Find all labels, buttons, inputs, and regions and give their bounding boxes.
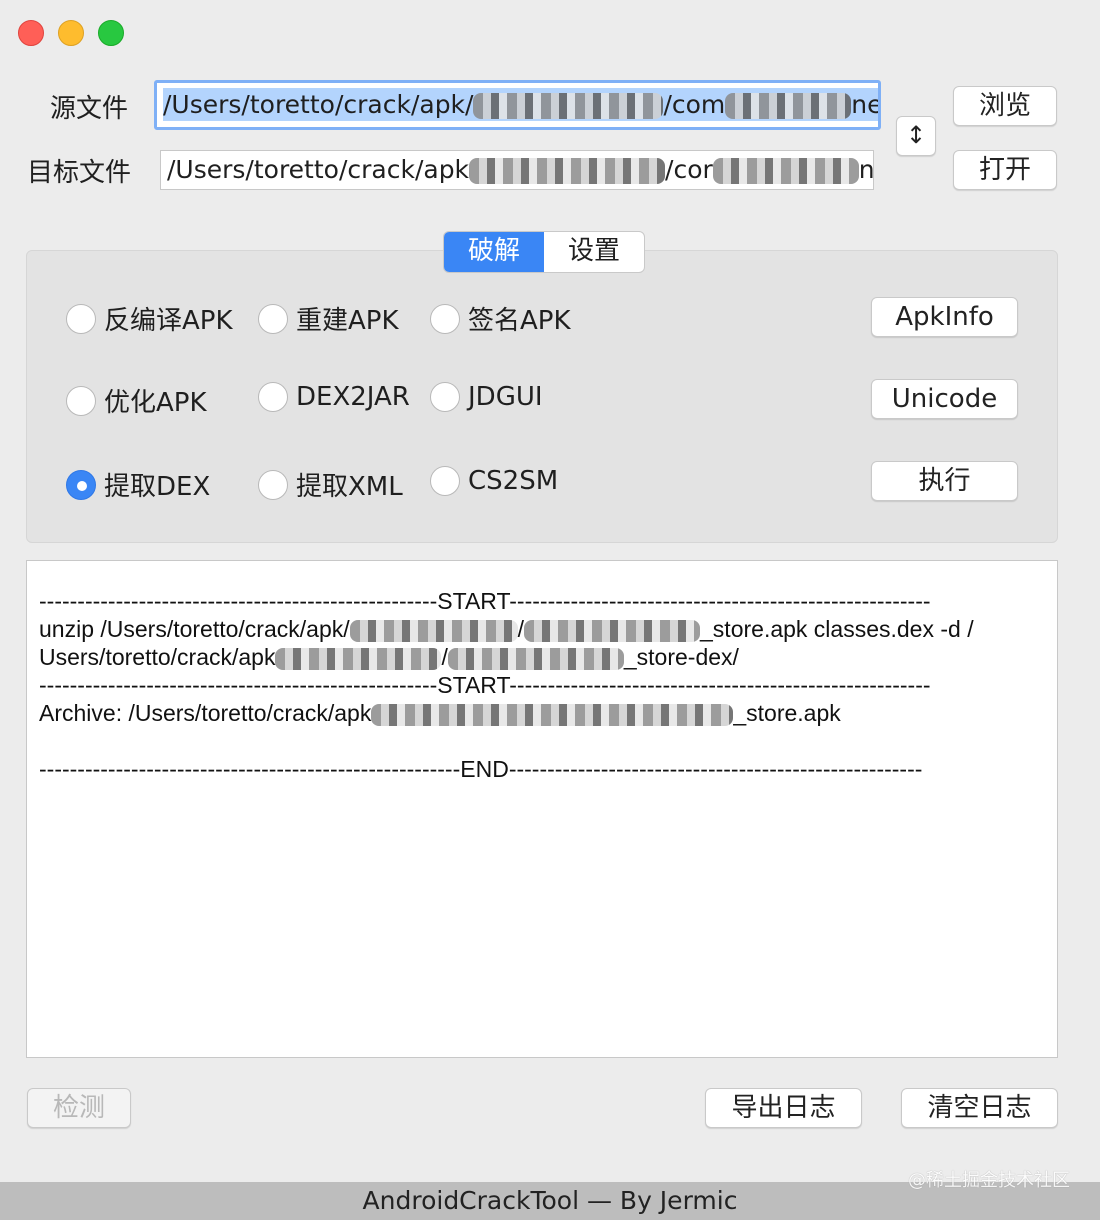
radio-label: 重建APK <box>296 306 399 336</box>
target-file-label: 目标文件 <box>27 158 132 188</box>
redacted-segment <box>349 619 518 642</box>
radio-circle-icon <box>430 466 460 496</box>
radio-label: 优化APK <box>104 388 207 418</box>
radio-circle-icon <box>66 385 96 416</box>
log-line: ----------------------------------------… <box>39 588 931 614</box>
source-path-input[interactable]: /Users/toretto/crack/apk/ /com ne <box>154 80 881 130</box>
radio-circle-icon <box>430 382 460 412</box>
radio-label: JDGUI <box>468 382 543 412</box>
browse-button[interactable]: 浏览 <box>953 86 1057 126</box>
radio-label: 提取XML <box>296 472 403 502</box>
radio-label: DEX2JAR <box>296 382 410 412</box>
redacted-segment <box>725 93 852 119</box>
source-path-text: ne <box>851 90 881 119</box>
zoom-window-button[interactable] <box>98 20 124 46</box>
log-line: Archive: /Users/toretto/crack/apk _store.… <box>39 700 841 726</box>
radio-circle-icon <box>258 303 288 334</box>
redacted-segment <box>473 93 664 119</box>
redacted-segment <box>712 158 859 184</box>
redacted-segment <box>447 647 624 670</box>
close-window-button[interactable] <box>18 20 44 46</box>
target-path-input[interactable]: /Users/toretto/crack/apk/cor ne <box>160 150 874 190</box>
radio-circle-icon <box>66 303 96 334</box>
redacted-segment <box>371 703 734 726</box>
radio-optimize-apk[interactable]: 优化APK <box>66 382 207 419</box>
unicode-button[interactable]: Unicode <box>871 379 1018 419</box>
radio-label: 签名APK <box>468 306 571 336</box>
export-log-button[interactable]: 导出日志 <box>705 1088 862 1128</box>
redacted-segment <box>275 647 442 670</box>
execute-button[interactable]: 执行 <box>871 461 1018 501</box>
source-path-text: /Users/toretto/crack/apk/ <box>163 90 474 119</box>
log-line: unzip /Users/toretto/crack/apk// _store.a… <box>39 616 974 642</box>
source-file-label: 源文件 <box>50 94 129 124</box>
radio-circle-icon <box>430 303 460 334</box>
mode-tab-bar: 破解 设置 <box>443 231 645 273</box>
radio-label: 提取DEX <box>104 472 211 502</box>
radio-decompile-apk[interactable]: 反编译APK <box>66 300 233 337</box>
minimize-window-button[interactable] <box>58 20 84 46</box>
log-line: Users/toretto/crack/apk / _store-dex/ <box>39 644 739 670</box>
detect-button[interactable]: 检测 <box>27 1088 131 1128</box>
swap-paths-button[interactable]: ↕ <box>896 116 936 156</box>
source-path-text: /com <box>663 90 726 119</box>
target-path-text: ne <box>858 155 874 184</box>
log-line: ----------------------------------------… <box>39 756 923 782</box>
radio-dex2jar[interactable]: DEX2JAR <box>258 382 410 412</box>
open-button[interactable]: 打开 <box>953 150 1057 190</box>
radio-circle-icon <box>258 382 288 412</box>
watermark: @稀土掘金技术社区 <box>908 1170 1070 1191</box>
radio-label: CS2SM <box>468 466 559 496</box>
target-path-text: /cor <box>665 155 713 184</box>
apkinfo-button[interactable]: ApkInfo <box>871 297 1018 337</box>
radio-circle-icon <box>258 469 288 500</box>
target-path-text: /Users/toretto/crack/apk <box>167 155 470 184</box>
log-output-area[interactable]: ----------------------------------------… <box>26 560 1058 1058</box>
swap-arrows-icon: ↕ <box>905 121 927 149</box>
radio-extract-xml[interactable]: 提取XML <box>258 466 403 503</box>
redacted-segment <box>469 158 666 184</box>
tab-settings[interactable]: 设置 <box>544 232 644 272</box>
tab-crack[interactable]: 破解 <box>444 232 544 272</box>
radio-label: 反编译APK <box>104 306 233 336</box>
radio-jdgui[interactable]: JDGUI <box>430 382 543 412</box>
radio-cs2sm[interactable]: CS2SM <box>430 466 558 496</box>
radio-extract-dex[interactable]: 提取DEX <box>66 466 210 503</box>
redacted-segment <box>524 619 701 642</box>
radio-sign-apk[interactable]: 签名APK <box>430 300 571 337</box>
radio-selected-icon <box>66 469 96 500</box>
radio-rebuild-apk[interactable]: 重建APK <box>258 300 399 337</box>
log-line: ----------------------------------------… <box>39 672 931 698</box>
clear-log-button[interactable]: 清空日志 <box>901 1088 1058 1128</box>
